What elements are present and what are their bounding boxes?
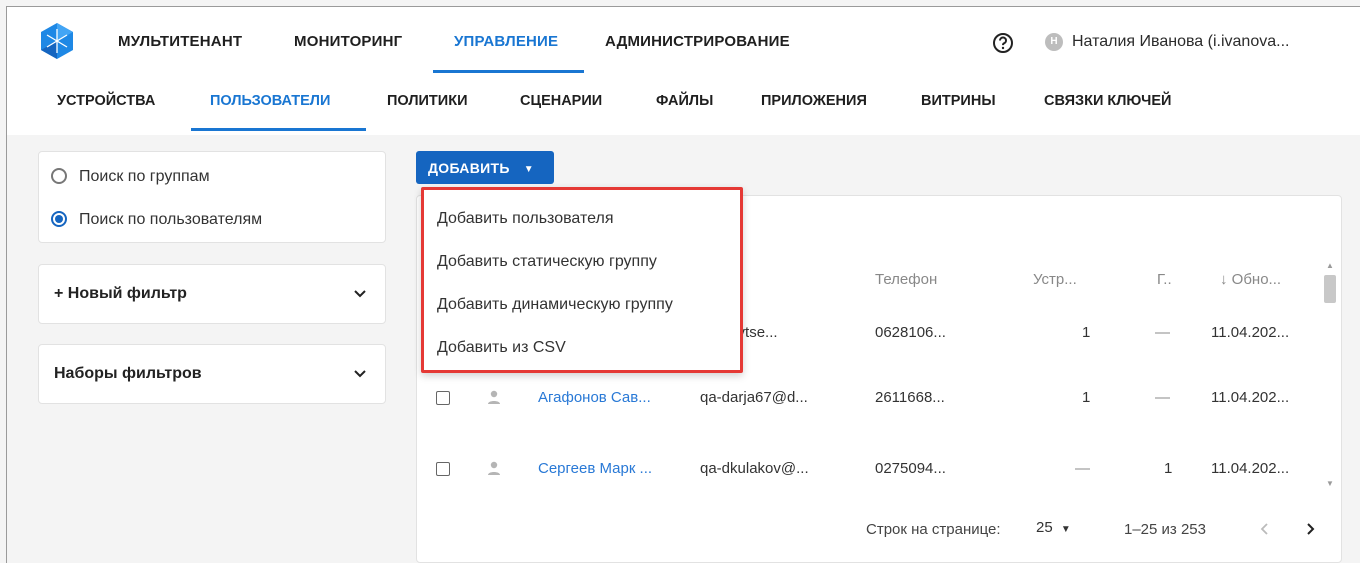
page-range: 1–25 из 253 bbox=[1124, 521, 1206, 538]
nav-administration[interactable]: АДМИНИСТРИРОВАНИЕ bbox=[605, 33, 790, 50]
active-tab-indicator bbox=[191, 128, 366, 131]
radio-search-groups[interactable]: Поиск по группам bbox=[51, 168, 210, 186]
row-checkbox[interactable] bbox=[436, 391, 450, 405]
nav-multitenant[interactable]: МУЛЬТИТЕНАНТ bbox=[118, 33, 242, 50]
row3-phone: 0275094... bbox=[875, 460, 946, 477]
sort-arrow-down-icon: ↓ bbox=[1220, 271, 1228, 288]
user-icon bbox=[488, 461, 500, 475]
help-icon[interactable] bbox=[992, 32, 1014, 54]
rows-per-page-label: Строк на странице: bbox=[866, 521, 1001, 538]
row1-devices: 1 bbox=[1082, 324, 1091, 341]
menu-add-static-group[interactable]: Добавить статическую группу bbox=[437, 253, 657, 271]
search-mode-panel: Поиск по группам Поиск по пользователям bbox=[38, 151, 386, 243]
active-nav-indicator bbox=[433, 70, 584, 73]
row3-updated: 11.04.202... bbox=[1211, 460, 1290, 477]
menu-add-user[interactable]: Добавить пользователя bbox=[437, 210, 613, 228]
row3-groups: 1 bbox=[1164, 460, 1173, 477]
chevron-down-icon[interactable] bbox=[353, 367, 367, 381]
column-header-updated-label: Обно... bbox=[1231, 271, 1282, 288]
row2-email: qa-darja67@d... bbox=[700, 389, 808, 406]
column-header-groups[interactable]: Г.. bbox=[1157, 271, 1172, 288]
row2-phone: 2611668... bbox=[875, 389, 945, 406]
column-header-updated[interactable]: ↓ Обно... bbox=[1220, 271, 1281, 288]
row-checkbox[interactable] bbox=[436, 462, 450, 476]
filter-sets-label: Наборы фильтров bbox=[54, 365, 202, 382]
row1-updated: 11.04.202... bbox=[1211, 324, 1290, 341]
tab-showcases[interactable]: ВИТРИНЫ bbox=[921, 93, 996, 109]
caret-down-icon: ▼ bbox=[523, 164, 534, 175]
row2-devices: 1 bbox=[1082, 389, 1091, 406]
sub-navigation: УСТРОЙСТВА ПОЛЬЗОВАТЕЛИ ПОЛИТИКИ СЦЕНАРИ… bbox=[7, 75, 1360, 135]
column-header-devices[interactable]: Устр... bbox=[1033, 271, 1077, 288]
row3-devices: — bbox=[1075, 460, 1090, 477]
row1-groups: — bbox=[1155, 324, 1170, 341]
row2-groups: — bbox=[1155, 389, 1170, 406]
rows-per-page-value: 25 bbox=[1036, 519, 1053, 536]
user-icon bbox=[488, 390, 500, 404]
chevron-down-icon[interactable] bbox=[353, 287, 367, 301]
tab-policies[interactable]: ПОЛИТИКИ bbox=[387, 93, 468, 109]
caret-down-icon: ▼ bbox=[1060, 524, 1071, 535]
nav-monitoring[interactable]: МОНИТОРИНГ bbox=[294, 33, 402, 50]
scroll-up-icon[interactable]: ▲ bbox=[1326, 261, 1334, 270]
tab-users[interactable]: ПОЛЬЗОВАТЕЛИ bbox=[210, 93, 330, 109]
app-window: МУЛЬТИТЕНАНТ МОНИТОРИНГ УПРАВЛЕНИЕ АДМИН… bbox=[6, 6, 1360, 563]
radio-checked-icon[interactable] bbox=[51, 211, 67, 227]
tab-scenarios[interactable]: СЦЕНАРИИ bbox=[520, 93, 602, 109]
prev-page-icon[interactable] bbox=[1259, 522, 1271, 536]
row2-updated: 11.04.202... bbox=[1211, 389, 1290, 406]
filter-sets-panel[interactable]: Наборы фильтров bbox=[38, 344, 386, 404]
table-scrollbar[interactable]: ▲ ▼ bbox=[1322, 257, 1338, 497]
user-avatar[interactable]: Н bbox=[1045, 33, 1063, 51]
menu-add-from-csv[interactable]: Добавить из CSV bbox=[437, 339, 566, 357]
nav-management[interactable]: УПРАВЛЕНИЕ bbox=[454, 33, 558, 50]
tab-devices[interactable]: УСТРОЙСТВА bbox=[57, 93, 155, 109]
scroll-thumb[interactable] bbox=[1324, 275, 1336, 303]
scroll-down-icon[interactable]: ▼ bbox=[1326, 479, 1334, 488]
radio-label: Поиск по группам bbox=[79, 168, 210, 185]
new-filter-panel[interactable]: + Новый фильтр bbox=[38, 264, 386, 324]
radio-icon[interactable] bbox=[51, 168, 67, 184]
app-logo-icon[interactable] bbox=[38, 22, 76, 60]
user-name[interactable]: Наталия Иванова (i.ivanova... bbox=[1072, 33, 1289, 51]
radio-label: Поиск по пользователям bbox=[79, 211, 263, 228]
rows-per-page-select[interactable]: 25 ▼ bbox=[1036, 519, 1071, 536]
next-page-icon[interactable] bbox=[1304, 522, 1316, 536]
tab-applications[interactable]: ПРИЛОЖЕНИЯ bbox=[761, 93, 867, 109]
add-button-label: ДОБАВИТЬ bbox=[428, 160, 510, 176]
row3-name-link[interactable]: Сергеев Марк ... bbox=[538, 460, 652, 477]
new-filter-label: + Новый фильтр bbox=[54, 285, 187, 302]
radio-search-users[interactable]: Поиск по пользователям bbox=[51, 211, 262, 229]
add-dropdown-menu: Добавить пользователя Добавить статическ… bbox=[421, 187, 743, 373]
row2-name-link[interactable]: Агафонов Сав... bbox=[538, 389, 651, 406]
row1-phone: 0628106... bbox=[875, 324, 946, 341]
menu-add-dynamic-group[interactable]: Добавить динамическую группу bbox=[437, 296, 673, 314]
column-header-phone[interactable]: Телефон bbox=[875, 271, 937, 288]
add-button[interactable]: ДОБАВИТЬ ▼ bbox=[416, 151, 554, 184]
top-header: МУЛЬТИТЕНАНТ МОНИТОРИНГ УПРАВЛЕНИЕ АДМИН… bbox=[7, 7, 1360, 75]
tab-files[interactable]: ФАЙЛЫ bbox=[656, 93, 713, 109]
row3-email: qa-dkulakov@... bbox=[700, 460, 809, 477]
tab-keychains[interactable]: СВЯЗКИ КЛЮЧЕЙ bbox=[1044, 93, 1171, 109]
